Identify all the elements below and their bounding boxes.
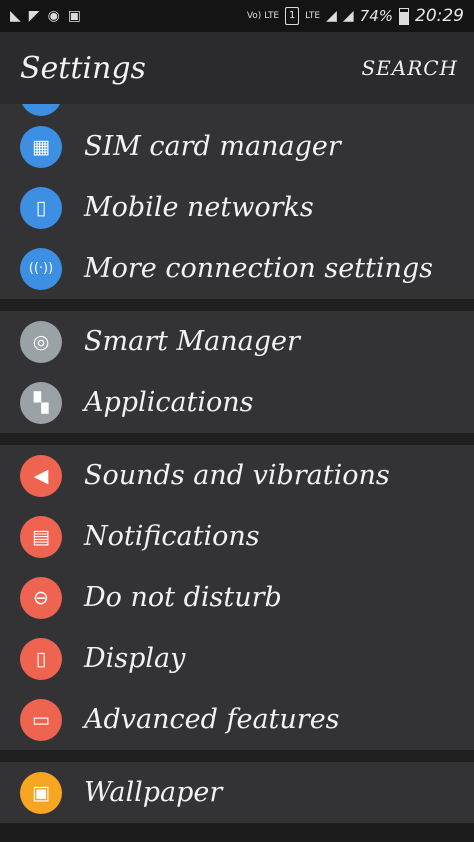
scrolled-item-icon (20, 104, 62, 116)
battery-percent: 74% (359, 7, 393, 25)
app-bar: Settings SEARCH (0, 32, 474, 104)
speaker-icon: ◀ (20, 454, 62, 497)
group-divider (0, 433, 474, 445)
vibrate-off-icon: ◣ (10, 8, 21, 24)
settings-item-label: Advanced features (84, 704, 340, 735)
wireless-antenna-icon: ((·)) (20, 247, 62, 290)
settings-group-appearance: ▣ Wallpaper (0, 762, 474, 823)
mobile-network-icon: ▯ (20, 186, 62, 229)
screenshot-saved-icon: ▣ (67, 8, 82, 24)
settings-item-label: SIM card manager (84, 131, 341, 162)
settings-item-label: More connection settings (84, 253, 434, 284)
sim-card-icon: ▦ (20, 125, 62, 168)
status-bar: ◣ ◤ ◉ ▣ Vo) LTE 1 LTE ◢ ◢ 74% 20:29 (0, 0, 474, 32)
sync-circle-icon: ◉ (47, 8, 60, 24)
settings-item-sounds-and-vibrations[interactable]: ◀ Sounds and vibrations (0, 445, 474, 506)
settings-item-label: Do not disturb (84, 582, 282, 613)
settings-item-sim-card-manager[interactable]: ▦ SIM card manager (0, 116, 474, 177)
display-settings-icon: ▯ (20, 637, 62, 680)
apps-grid-icon: ▚ (20, 381, 62, 424)
lte-indicator: LTE (305, 10, 321, 21)
do-not-disturb-icon: ⊖ (20, 576, 62, 619)
settings-item-label: Applications (84, 387, 254, 418)
settings-group-device: ◎ Smart Manager ▚ Applications (0, 311, 474, 433)
settings-list[interactable]: ▦ SIM card manager ▯ Mobile networks ((·… (0, 104, 474, 823)
settings-item-advanced-features[interactable]: ▭ Advanced features (0, 689, 474, 750)
settings-item-label: Sounds and vibrations (84, 460, 390, 491)
settings-item-label: Display (84, 643, 186, 674)
search-button[interactable]: SEARCH (361, 56, 474, 80)
settings-item-do-not-disturb[interactable]: ⊖ Do not disturb (0, 567, 474, 628)
settings-item-label: Mobile networks (84, 192, 314, 223)
settings-item-label: Smart Manager (84, 326, 300, 357)
volte-indicator: Vo) LTE (246, 10, 280, 21)
wifi-off-icon: ◤ (28, 8, 40, 24)
settings-item-smart-manager[interactable]: ◎ Smart Manager (0, 311, 474, 372)
signal-strength-2-icon: ◢ (342, 8, 354, 24)
scrolled-item-peek (0, 104, 474, 116)
settings-item-mobile-networks[interactable]: ▯ Mobile networks (0, 177, 474, 238)
settings-item-label: Wallpaper (84, 777, 223, 808)
settings-item-more-connection-settings[interactable]: ((·)) More connection settings (0, 238, 474, 299)
group-divider (0, 750, 474, 762)
notification-list-icon: ▤ (20, 515, 62, 558)
settings-group-personal: ◀ Sounds and vibrations ▤ Notifications … (0, 445, 474, 750)
sim-slot-icon: 1 (285, 7, 300, 25)
settings-item-display[interactable]: ▯ Display (0, 628, 474, 689)
clock: 20:29 (415, 6, 464, 26)
battery-icon (399, 7, 409, 25)
advanced-features-icon: ▭ (20, 698, 62, 741)
group-divider (0, 299, 474, 311)
wallpaper-image-icon: ▣ (20, 771, 62, 814)
settings-item-notifications[interactable]: ▤ Notifications (0, 506, 474, 567)
page-title: Settings (20, 50, 146, 86)
signal-strength-icon: ◢ (326, 8, 337, 24)
settings-group-connections: ▦ SIM card manager ▯ Mobile networks ((·… (0, 116, 474, 299)
settings-item-label: Notifications (84, 521, 260, 552)
power-circle-icon: ◎ (20, 320, 62, 363)
settings-item-applications[interactable]: ▚ Applications (0, 372, 474, 433)
settings-item-wallpaper[interactable]: ▣ Wallpaper (0, 762, 474, 823)
